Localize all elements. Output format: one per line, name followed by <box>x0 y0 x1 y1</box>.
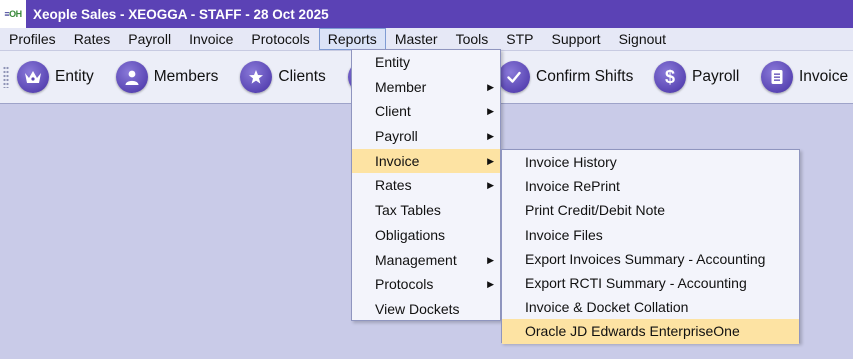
invoice-submenu-item-reprint[interactable]: Invoice RePrint <box>502 174 799 198</box>
reports-menu-item-obligations[interactable]: Obligations <box>352 223 500 248</box>
check-icon <box>498 61 530 93</box>
star-icon <box>240 61 273 93</box>
invoice-submenu-item-files[interactable]: Invoice Files <box>502 223 799 247</box>
reports-menu-item-invoice[interactable]: Invoice ▶ <box>352 148 500 174</box>
reports-menu-item-label: Invoice <box>375 152 420 169</box>
reports-menu-item-management[interactable]: Management ▶ <box>352 248 500 273</box>
payroll-button-label: Payroll <box>692 68 740 85</box>
reports-menu-item-entity[interactable]: Entity <box>352 50 500 75</box>
reports-menu-item-label: Obligations <box>375 226 446 243</box>
menu-payroll[interactable]: Payroll <box>119 28 180 50</box>
reports-menu-item-payroll[interactable]: Payroll ▶ <box>352 124 500 149</box>
reports-menu-item-label: View Dockets <box>375 300 460 317</box>
reports-dropdown-menu: Entity Member ▶ Client ▶ Payroll ▶ Invoice ▶… <box>351 49 501 321</box>
invoice-submenu-item-oracle-jde[interactable]: Oracle JD Edwards EnterpriseOne <box>502 319 799 344</box>
invoice-submenu: Invoice History Invoice RePrint Print Cr… <box>501 149 800 344</box>
toolbar-grip-handle[interactable] <box>3 66 9 88</box>
reports-menu-item-tax-tables[interactable]: Tax Tables <box>352 198 500 223</box>
clients-button[interactable]: Clients <box>240 61 326 93</box>
menu-invoice[interactable]: Invoice <box>180 28 242 50</box>
confirm-shifts-button-label: Confirm Shifts <box>536 68 634 85</box>
reports-menu-item-label: Rates <box>375 177 412 194</box>
invoice-submenu-item-export-invoices-summary[interactable]: Export Invoices Summary - Accounting <box>502 247 799 271</box>
invoice-button[interactable]: Invoice <box>761 61 848 93</box>
reports-menu-item-rates[interactable]: Rates ▶ <box>352 173 500 198</box>
payroll-button[interactable]: $ Payroll <box>654 61 739 93</box>
person-icon <box>115 61 148 93</box>
submenu-arrow-icon: ▶ <box>487 81 494 92</box>
window-title: Xeople Sales - XEOGGA - STAFF - 28 Oct 2… <box>33 6 329 22</box>
app-logo-text: OH <box>9 9 22 19</box>
entity-button[interactable]: Entity <box>17 61 94 93</box>
invoice-submenu-item-history[interactable]: Invoice History <box>502 150 799 174</box>
submenu-arrow-icon: ▶ <box>487 254 494 265</box>
menu-stp[interactable]: STP <box>497 28 542 50</box>
submenu-arrow-icon: ▶ <box>487 155 494 166</box>
submenu-arrow-icon: ▶ <box>487 106 494 117</box>
reports-menu-item-label: Management <box>375 251 457 268</box>
confirm-shifts-button[interactable]: Confirm Shifts <box>498 61 633 93</box>
menu-bar: Profiles Rates Payroll Invoice Protocols… <box>0 28 853 50</box>
reports-menu-item-label: Payroll <box>375 128 418 145</box>
members-button[interactable]: Members <box>115 61 219 93</box>
menu-signout[interactable]: Signout <box>610 28 675 50</box>
menu-master[interactable]: Master <box>386 28 447 50</box>
submenu-arrow-icon: ▶ <box>487 131 494 142</box>
reports-menu-item-protocols[interactable]: Protocols ▶ <box>352 272 500 297</box>
menu-tools[interactable]: Tools <box>447 28 498 50</box>
invoice-submenu-item-credit-debit-note[interactable]: Print Credit/Debit Note <box>502 198 799 222</box>
app-logo: ≡ OH <box>0 0 26 28</box>
menu-rates[interactable]: Rates <box>65 28 120 50</box>
invoice-submenu-item-export-rcti-summary[interactable]: Export RCTI Summary - Accounting <box>502 271 799 295</box>
reports-menu-item-client[interactable]: Client ▶ <box>352 99 500 124</box>
entity-button-label: Entity <box>55 68 94 85</box>
clients-button-label: Clients <box>278 68 326 85</box>
invoice-button-label: Invoice <box>799 68 849 85</box>
members-button-label: Members <box>153 68 219 85</box>
reports-menu-item-view-dockets[interactable]: View Dockets <box>352 297 500 322</box>
submenu-arrow-icon: ▶ <box>487 279 494 290</box>
dollar-icon: $ <box>654 61 686 93</box>
menu-protocols[interactable]: Protocols <box>242 28 318 50</box>
reports-menu-item-label: Client <box>375 103 411 120</box>
title-bar: ≡ OH Xeople Sales - XEOGGA - STAFF - 28 O… <box>0 0 853 28</box>
submenu-arrow-icon: ▶ <box>487 180 494 191</box>
reports-menu-item-label: Member <box>375 78 427 95</box>
menu-reports[interactable]: Reports <box>318 28 386 50</box>
invoice-submenu-item-docket-collation[interactable]: Invoice & Docket Collation <box>502 295 799 319</box>
reports-menu-item-label: Entity <box>375 54 411 70</box>
menu-support[interactable]: Support <box>543 28 610 50</box>
reports-menu-item-label: Protocols <box>375 276 434 293</box>
document-icon <box>761 61 793 93</box>
reports-menu-item-member[interactable]: Member ▶ <box>352 75 500 100</box>
crown-icon <box>17 61 49 93</box>
menu-profiles[interactable]: Profiles <box>0 28 65 50</box>
reports-menu-item-label: Tax Tables <box>375 202 441 219</box>
